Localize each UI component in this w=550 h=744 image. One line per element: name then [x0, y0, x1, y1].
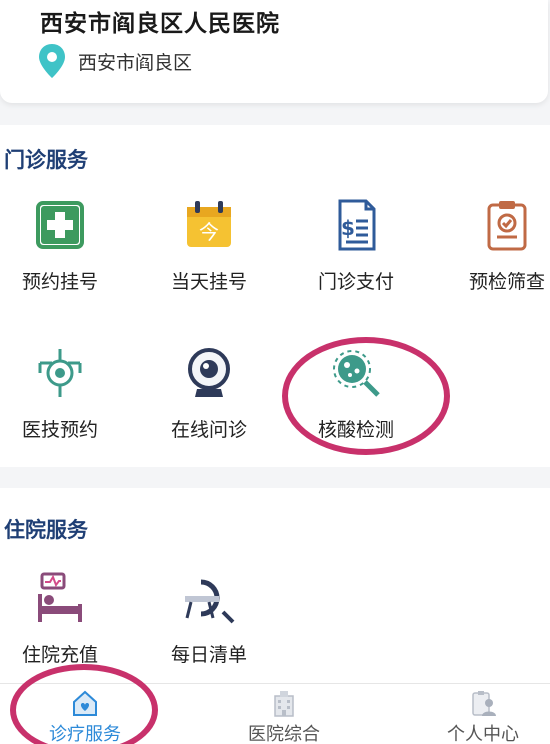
location-text: 西安市阎良区	[78, 51, 193, 74]
outpatient-section: 门诊服务 预约挂号 今 当天挂号 $ 门诊支付 预检筛查 医技预约 在线问诊 核…	[0, 125, 550, 467]
tile-appointment-registration[interactable]: 预约挂号	[0, 195, 125, 294]
nav-item-hospital-general[interactable]: 医院综合	[209, 688, 359, 744]
inpatient-section: 住院服务 住院充值 每日清单	[0, 488, 550, 683]
tile-label: 住院充值	[21, 644, 98, 666]
location-row[interactable]: 西安市阎良区	[36, 42, 192, 80]
nav-label: 诊疗服务	[49, 724, 121, 744]
outpatient-section-title: 门诊服务	[4, 148, 88, 172]
tile-online-consultation[interactable]: 在线问诊	[144, 343, 274, 442]
nav-label: 医院综合	[248, 724, 320, 744]
tile-daily-list[interactable]: 每日清单	[144, 568, 274, 667]
ct-scanner-icon	[185, 579, 235, 624]
nav-item-diagnosis-services[interactable]: 诊疗服务	[10, 688, 160, 744]
tile-outpatient-payment[interactable]: $ 门诊支付	[291, 195, 421, 294]
payment-bill-icon: $	[338, 199, 376, 251]
tile-pre-screening[interactable]: 预检筛查	[442, 195, 550, 294]
tile-label: 核酸检测	[317, 419, 394, 441]
hospital-building-icon	[274, 691, 294, 717]
nav-label: 个人中心	[447, 724, 519, 744]
inpatient-section-title: 住院服务	[4, 518, 88, 542]
virus-search-icon	[333, 350, 380, 397]
tile-label: 预检筛查	[468, 271, 545, 293]
medical-tech-icon	[38, 349, 82, 397]
tile-medical-tech-appointment[interactable]: 医技预约	[0, 343, 125, 442]
tile-same-day-registration[interactable]: 今 当天挂号	[144, 195, 274, 294]
user-clipboard-icon	[472, 691, 496, 716]
house-heart-icon	[73, 690, 97, 716]
calendar-today-icon: 今	[187, 201, 231, 247]
hospital-name: 西安市阎良区人民医院	[40, 11, 280, 37]
hospital-bed-icon	[38, 572, 82, 622]
tile-label: 门诊支付	[317, 271, 394, 293]
nav-item-personal-center[interactable]: 个人中心	[408, 688, 550, 744]
tile-label: 在线问诊	[170, 419, 247, 441]
bottom-nav: 诊疗服务 医院综合 个人中心	[0, 683, 550, 744]
tile-inpatient-recharge[interactable]: 住院充值	[0, 568, 125, 667]
green-cross-icon	[36, 201, 84, 249]
tile-label: 医技预约	[21, 419, 98, 441]
svg-text:$: $	[341, 216, 355, 240]
tile-label: 预约挂号	[21, 271, 98, 293]
tile-label: 当天挂号	[170, 271, 247, 293]
tile-label: 每日清单	[170, 644, 247, 666]
clipboard-check-icon	[487, 201, 527, 251]
webcam-icon	[188, 348, 230, 397]
tile-nucleic-acid-test[interactable]: 核酸检测	[291, 343, 421, 442]
hospital-card[interactable]: 西安市阎良区人民医院 西安市阎良区	[0, 0, 548, 103]
svg-text:今: 今	[199, 220, 219, 244]
location-pin-icon	[39, 44, 65, 78]
